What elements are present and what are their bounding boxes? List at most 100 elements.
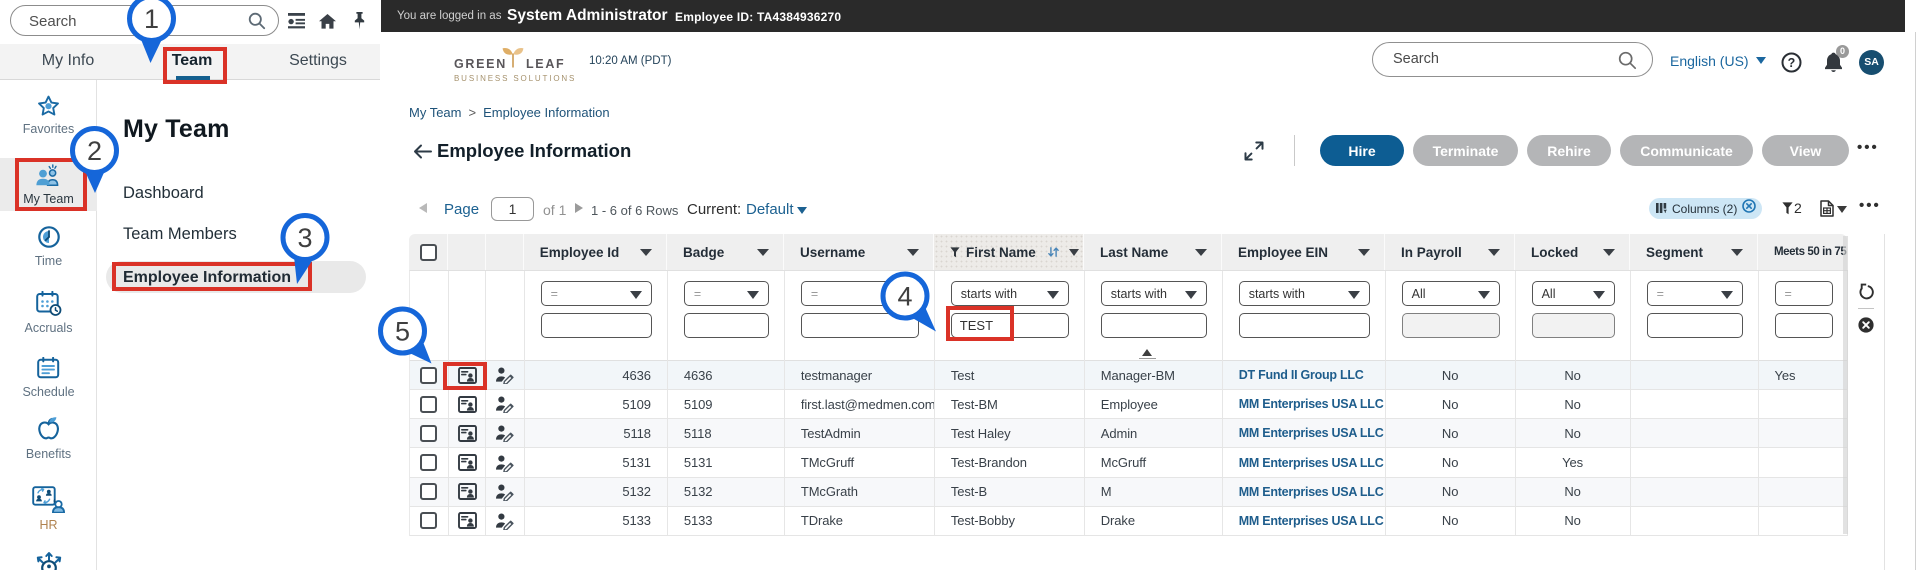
chevron-down-icon[interactable] [1837, 206, 1847, 213]
chevron-down-icon[interactable] [1730, 249, 1743, 256]
filter-input-employee_ein[interactable] [1238, 313, 1370, 338]
sidebar-item-dashboard[interactable]: Dashboard [123, 184, 204, 203]
employee-profile-icon[interactable] [449, 448, 487, 477]
filter-operator-employee_id[interactable]: = [540, 281, 652, 306]
columns-pill[interactable]: Columns (2) [1649, 198, 1762, 219]
filter-operator-first_name[interactable]: starts with [950, 281, 1069, 306]
column-header-badge[interactable]: Badge [666, 234, 784, 270]
filter-input-segment[interactable] [1646, 313, 1743, 338]
filter-operator-locked[interactable]: All [1531, 281, 1615, 306]
sidebar-item-time[interactable]: Time [0, 225, 97, 268]
columns-clear-icon[interactable] [1742, 199, 1757, 218]
home-icon[interactable] [319, 14, 336, 34]
select-all-checkbox[interactable] [419, 243, 437, 261]
chevron-down-icon[interactable] [1357, 249, 1370, 256]
chevron-down-icon[interactable] [906, 249, 919, 256]
sidebar-item-accruals[interactable]: Accruals [0, 291, 97, 335]
column-header-employee_id[interactable]: Employee Id [523, 234, 667, 270]
employee-edit-icon[interactable] [486, 419, 525, 448]
filter-operator-employee_ein[interactable]: starts with [1238, 281, 1370, 306]
employee-edit-icon[interactable] [486, 477, 525, 506]
chevron-down-icon[interactable] [1602, 249, 1615, 256]
cell-employee_ein[interactable]: MM Enterprises USA LLC [1223, 448, 1386, 477]
sort-indicator-icon[interactable] [1142, 349, 1152, 356]
column-header-employee_ein[interactable]: Employee EIN [1221, 234, 1385, 270]
breadcrumb-my-team[interactable]: My Team [409, 105, 462, 120]
filter-input-last_name[interactable] [1100, 313, 1207, 338]
row-checkbox[interactable] [420, 454, 438, 472]
filter-input-employee_id[interactable] [540, 313, 652, 338]
export-document-icon[interactable] [1820, 200, 1834, 222]
sidebar-item-hr[interactable]: HR [0, 486, 97, 532]
filter-operator-meets_50_in_75[interactable]: = [1774, 281, 1833, 306]
filter-operator-in_payroll[interactable]: All [1401, 281, 1500, 306]
row-checkbox[interactable] [420, 395, 438, 413]
pin-icon[interactable] [353, 12, 366, 35]
column-header-locked[interactable]: Locked [1514, 234, 1630, 270]
cell-employee_ein[interactable]: MM Enterprises USA LLC [1223, 419, 1386, 448]
employee-profile-icon[interactable] [449, 506, 487, 535]
language-selector[interactable]: English (US) [1670, 53, 1766, 69]
cell-employee_ein[interactable]: MM Enterprises USA LLC [1223, 477, 1386, 506]
filter-funnel-icon[interactable] [1782, 202, 1793, 220]
filter-input-meets_50_in_75[interactable] [1774, 313, 1833, 338]
filter-reset-icon[interactable] [1857, 282, 1876, 306]
filter-input-username[interactable] [800, 313, 919, 338]
expand-icon[interactable] [1244, 141, 1264, 166]
help-icon[interactable]: ? [1781, 52, 1802, 78]
column-header-first_name[interactable]: First Name [933, 234, 1084, 270]
news-feed-icon[interactable] [288, 13, 305, 34]
communicate-button[interactable]: Communicate [1620, 135, 1753, 166]
rehire-button[interactable]: Rehire [1527, 135, 1611, 166]
column-header-segment[interactable]: Segment [1629, 234, 1758, 270]
chevron-down-icon[interactable] [639, 249, 652, 256]
sidebar-item-schedule[interactable]: Schedule [0, 357, 97, 399]
chevron-down-icon[interactable] [1487, 249, 1500, 256]
column-header-blank[interactable] [409, 234, 448, 270]
header-search-input[interactable]: Search [1372, 42, 1653, 77]
column-header-in_payroll[interactable]: In Payroll [1384, 234, 1515, 270]
sidebar-item-org[interactable] [0, 551, 97, 570]
pager-previous-icon[interactable] [419, 203, 427, 213]
cell-employee_ein[interactable]: MM Enterprises USA LLC [1223, 506, 1386, 535]
sidebar-item-benefits[interactable]: Benefits [0, 415, 97, 461]
grid-scrollbar[interactable] [1843, 236, 1848, 534]
cell-employee_ein[interactable]: DT Fund II Group LLC [1223, 361, 1386, 390]
cell-employee_ein[interactable]: MM Enterprises USA LLC [1223, 390, 1386, 419]
filter-operator-last_name[interactable]: starts with [1100, 281, 1207, 306]
employee-edit-icon[interactable] [486, 506, 525, 535]
pager-page-input[interactable]: 1 [491, 197, 534, 221]
filter-clear-icon[interactable] [1858, 317, 1874, 338]
hire-button[interactable]: Hire [1320, 135, 1404, 166]
employee-edit-icon[interactable] [486, 448, 525, 477]
row-checkbox[interactable] [420, 366, 438, 384]
chevron-down-icon[interactable] [1068, 248, 1079, 256]
pager-next-icon[interactable] [575, 203, 583, 213]
view-button[interactable]: View [1762, 135, 1849, 166]
tab-my-info[interactable]: My Info [28, 44, 108, 80]
filter-operator-username[interactable]: = [800, 281, 919, 306]
filter-input-badge[interactable] [683, 313, 769, 338]
employee-profile-icon[interactable] [449, 390, 487, 419]
sidebar-search-input[interactable]: Search [10, 5, 279, 36]
tab-settings[interactable]: Settings [283, 44, 353, 80]
breadcrumb-employee-information[interactable]: Employee Information [483, 105, 609, 120]
employee-edit-icon[interactable] [486, 390, 525, 419]
page-scrollbar[interactable] [1915, 32, 1916, 570]
row-checkbox[interactable] [420, 512, 438, 530]
filter-operator-badge[interactable]: = [683, 281, 769, 306]
employee-profile-icon[interactable] [449, 419, 487, 448]
terminate-button[interactable]: Terminate [1413, 135, 1518, 166]
current-view-value[interactable]: Default [746, 201, 794, 218]
column-header-meets_50_in_75[interactable]: Meets 50 in 75 [1757, 234, 1848, 270]
filter-operator-segment[interactable]: = [1646, 281, 1743, 306]
back-arrow-icon[interactable] [413, 144, 432, 164]
grid-more-icon[interactable]: ••• [1859, 197, 1881, 214]
row-checkbox[interactable] [420, 483, 438, 501]
column-header-last_name[interactable]: Last Name [1083, 234, 1222, 270]
more-actions-icon[interactable]: ••• [1857, 139, 1879, 156]
row-checkbox[interactable] [420, 424, 438, 442]
sidebar-item-favorites[interactable]: Favorites [0, 95, 97, 136]
chevron-down-icon[interactable] [756, 249, 769, 256]
chevron-down-icon[interactable] [1194, 249, 1207, 256]
